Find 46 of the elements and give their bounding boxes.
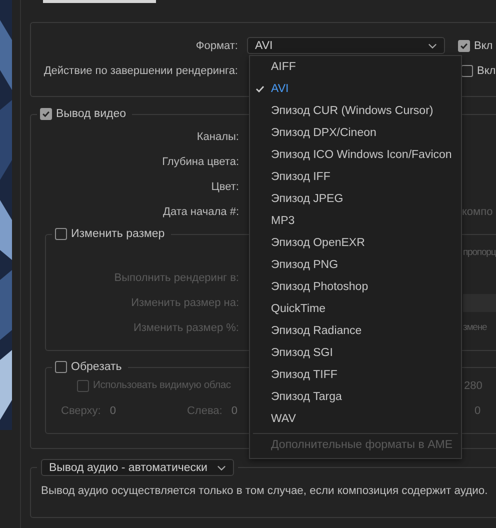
field-label: Изменить размер %: [132, 322, 239, 334]
menu-item[interactable]: Эпизод Radiance [250, 320, 461, 342]
menu-item[interactable]: AIFF [250, 56, 461, 78]
field-label: Каналы: [196, 130, 239, 142]
menu-item[interactable]: QuickTime [250, 298, 461, 320]
checkbox[interactable] [458, 40, 470, 52]
checkbox-label: пропорц [463, 247, 496, 258]
checkbox-label: Вкл [477, 64, 496, 76]
checkbox-label: Вкл [474, 40, 493, 52]
menu-item[interactable]: Эпизод DPX/Cineon [250, 122, 461, 144]
menu-item[interactable]: Эпизод SGI [250, 342, 461, 364]
menu-item[interactable]: Эпизод TIFF [250, 364, 461, 386]
field-label: Формат: [194, 40, 238, 52]
field-label: Цвет: [210, 180, 239, 192]
input-field[interactable] [463, 294, 496, 312]
field-label: Дата начала #: [162, 206, 239, 218]
checkbox[interactable] [55, 228, 67, 240]
field-label: Глубина цвета: [161, 156, 239, 168]
field-label: Изменить размер на: [130, 296, 239, 308]
field-label: компо [462, 206, 493, 218]
section-title: Обрезать [71, 361, 122, 373]
menu-item[interactable]: Эпизод JPEG [250, 188, 461, 210]
audio-select[interactable]: Вывод аудио - автоматически [41, 459, 234, 476]
check-icon [255, 84, 265, 94]
chevron-icon [428, 42, 437, 48]
menu-item[interactable]: AVI [250, 78, 461, 100]
section-title: Вывод видео [56, 108, 126, 120]
checkbox[interactable] [40, 108, 52, 120]
checkbox[interactable] [55, 361, 67, 373]
chevron-icon [217, 464, 226, 470]
menu-item[interactable]: Эпизод PNG [250, 254, 461, 276]
format-select[interactable]: AVI [247, 37, 445, 54]
field-label: Выполнить рендеринг в: [113, 272, 239, 284]
field-label: змене [463, 322, 487, 333]
menu-item[interactable]: Эпизод Photoshop [250, 276, 461, 298]
menu-item[interactable]: MP3 [250, 210, 461, 232]
menu-item[interactable]: Эпизод ICO Windows Icon/Favicon [250, 144, 461, 166]
section-title: Изменить размер [71, 228, 165, 240]
menu-item[interactable]: Эпизод OpenEXR [250, 232, 461, 254]
audio-note: Вывод аудио осуществляется только в том случае, если композиция содержит аудио. [41, 485, 489, 497]
menu-item[interactable]: Эпизод Targa [250, 386, 461, 408]
menu-item[interactable]: Эпизод CUR (Windows Cursor) [250, 100, 461, 122]
field-label: Действие по завершении рендеринга: [42, 64, 238, 76]
field-value: 280 [464, 380, 482, 392]
menu-item[interactable]: Эпизод IFF [250, 166, 461, 188]
menu-item[interactable]: WAV [250, 408, 461, 430]
